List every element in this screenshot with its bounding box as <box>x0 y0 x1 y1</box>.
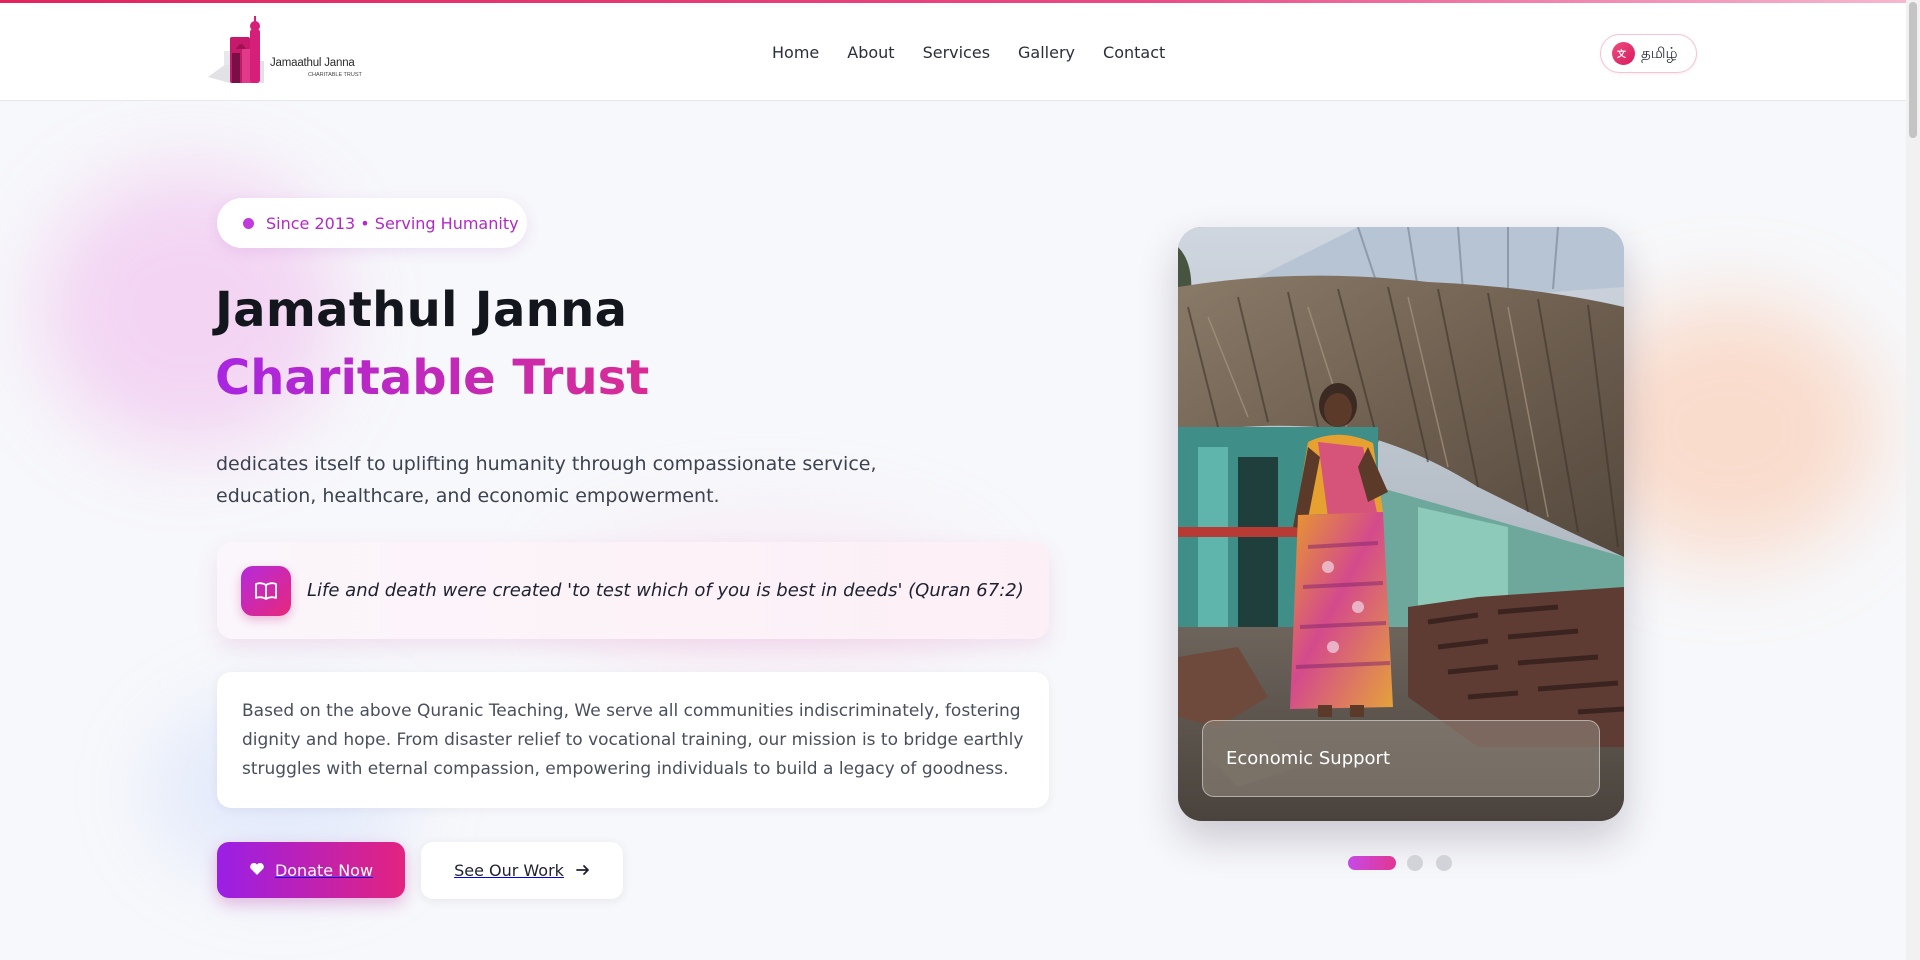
see-our-work-label: See Our Work <box>454 861 564 880</box>
badge-text: Since 2013 • Serving Humanity <box>266 213 519 233</box>
top-accent-bar <box>0 0 1906 3</box>
heart-icon <box>249 861 265 880</box>
language-label: தமிழ் <box>1641 43 1678 62</box>
mission-description-text: Based on the above Quranic Teaching, We … <box>242 701 1024 779</box>
logo-name: Jamaathul Janna <box>270 57 355 69</box>
badge-dot-icon <box>243 217 254 229</box>
see-our-work-button[interactable]: See Our Work <box>421 842 623 899</box>
slide-caption: Economic Support <box>1202 720 1600 797</box>
slide-caption-text: Economic Support <box>1226 748 1391 769</box>
translate-icon: 文 <box>1612 42 1635 65</box>
hero-title-line2: Charitable Trust <box>215 350 650 406</box>
site-header: Jamaathul Janna CHARITABLE TRUST Home Ab… <box>0 3 1906 101</box>
logo-tagline: CHARITABLE TRUST <box>308 72 362 78</box>
language-toggle-button[interactable]: 文 தமிழ் <box>1600 34 1697 73</box>
nav-gallery[interactable]: Gallery <box>1018 41 1075 65</box>
mosque-logo-icon <box>208 16 264 83</box>
nav-home[interactable]: Home <box>772 41 819 65</box>
carousel-dot-3[interactable] <box>1436 855 1452 871</box>
quote-text: Life and death were created 'to test whi… <box>307 580 1024 601</box>
carousel-slide[interactable]: Economic Support <box>1178 227 1624 821</box>
arrow-right-icon <box>576 861 590 880</box>
logo[interactable]: Jamaathul Janna CHARITABLE TRUST <box>208 13 368 91</box>
quran-quote-card: Life and death were created 'to test whi… <box>217 542 1049 639</box>
mission-description-card: Based on the above Quranic Teaching, We … <box>217 672 1049 808</box>
carousel-indicators <box>1348 855 1465 871</box>
nav-about[interactable]: About <box>847 41 894 65</box>
svg-text:文: 文 <box>1617 48 1627 60</box>
book-icon <box>241 565 291 616</box>
hero-lead-text: dedicates itself to uplifting humanity t… <box>216 453 877 507</box>
nav-services[interactable]: Services <box>923 41 990 65</box>
hero-title-line1: Jamathul Janna <box>215 282 628 338</box>
decorative-blob-orange <box>1580 300 1880 560</box>
nav-contact[interactable]: Contact <box>1103 41 1165 65</box>
donate-now-button[interactable]: Donate Now <box>217 842 405 898</box>
donate-now-label: Donate Now <box>274 860 374 880</box>
scrollbar-thumb[interactable] <box>1909 2 1917 138</box>
since-badge: Since 2013 • Serving Humanity <box>217 198 527 248</box>
main-nav: Home About Services Gallery Contact <box>772 41 1165 65</box>
carousel-dot-1-active[interactable] <box>1348 856 1396 870</box>
carousel-dot-2[interactable] <box>1407 855 1423 871</box>
page-scrollbar[interactable] <box>1906 0 1920 960</box>
